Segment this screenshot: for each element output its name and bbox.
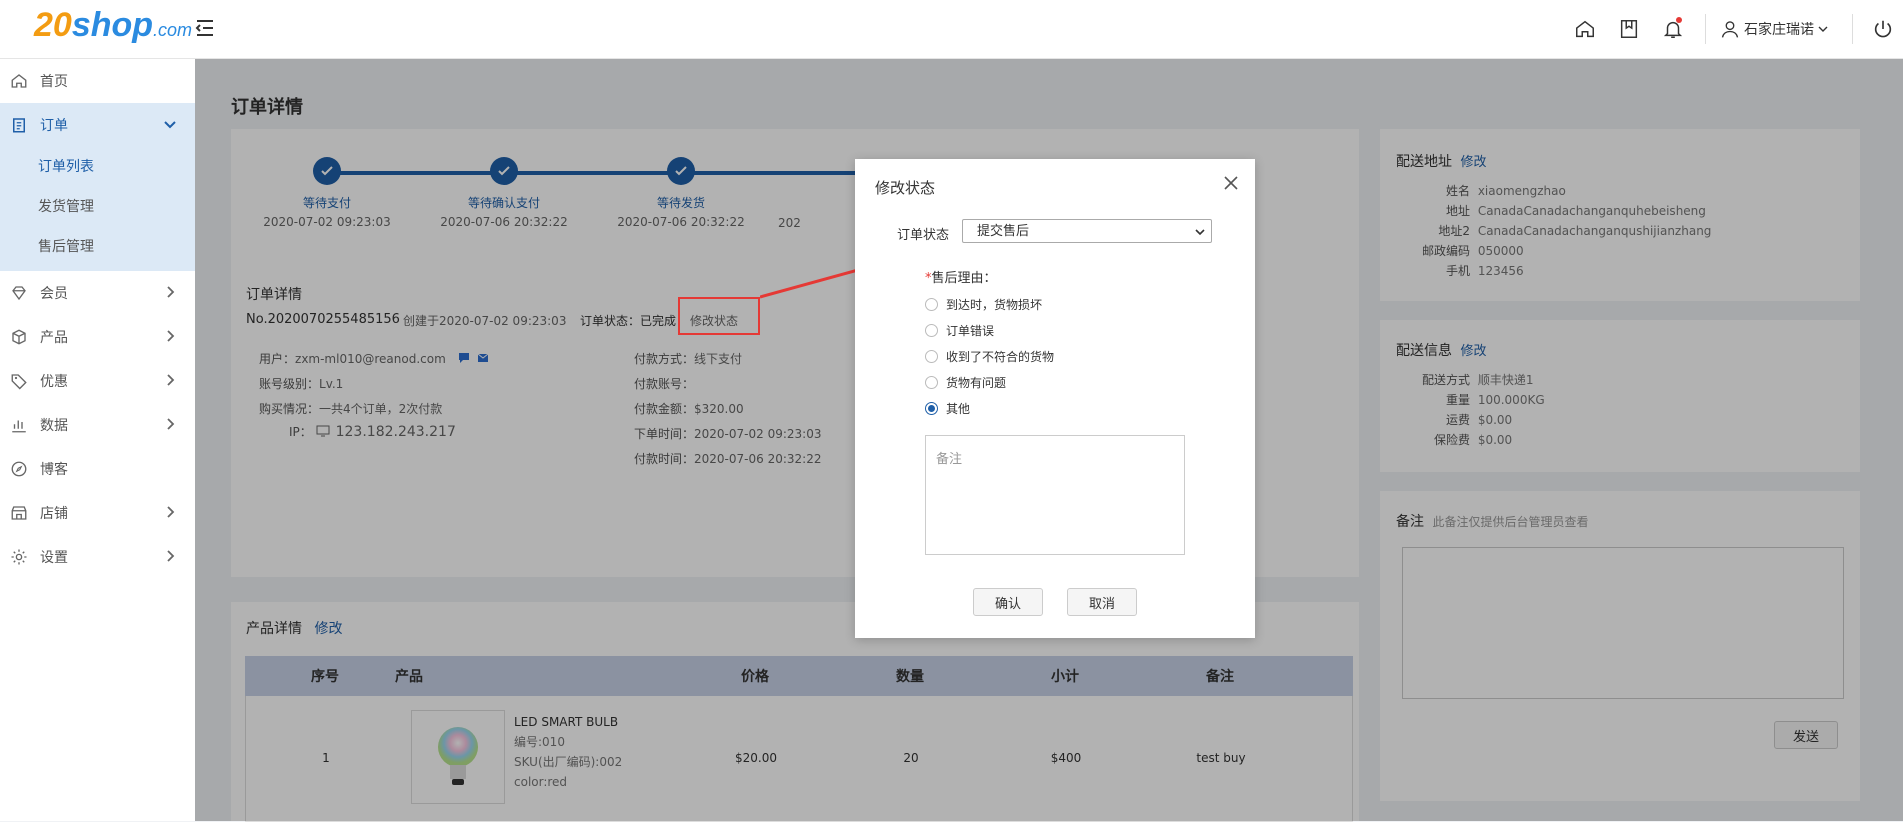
logo[interactable]: 20 shop .com (34, 6, 192, 46)
menu-toggle-icon[interactable] (193, 16, 217, 40)
divider (1852, 14, 1853, 44)
close-icon[interactable] (1221, 173, 1241, 193)
sidebar-item-label: 首页 (40, 74, 68, 90)
sidebar-item-label: 设置 (40, 550, 68, 566)
note-textarea[interactable]: 备注 (925, 435, 1185, 555)
reason-option-defective[interactable]: 货物有问题 (925, 374, 1006, 391)
dialog-title: 修改状态 (875, 179, 936, 197)
reason-label: *售后理由： (925, 267, 997, 286)
reason-text: 订单错误 (946, 324, 995, 338)
box-icon (10, 328, 28, 346)
user-name: 石家庄瑞诺 (1744, 22, 1814, 38)
reason-option-wrong-order[interactable]: 订单错误 (925, 322, 994, 339)
chevron-right-icon (163, 417, 177, 435)
tag-icon (10, 372, 28, 390)
status-select-value: 提交售后 (977, 224, 1030, 239)
compass-icon (10, 460, 28, 478)
bell-icon[interactable] (1651, 0, 1695, 58)
chevron-down-icon (1818, 26, 1828, 32)
sidebar-subitem-order-list[interactable]: 订单列表 (0, 147, 195, 187)
sidebar: 首页 订单 订单列表 发货管理 售后管理 会员 产品 优惠 数据 博客 店铺 设… (0, 59, 195, 821)
sidebar-item-promotions[interactable]: 优惠 (0, 359, 195, 403)
sidebar-item-label: 会员 (40, 286, 68, 302)
radio-icon (925, 298, 938, 311)
sidebar-item-data[interactable]: 数据 (0, 403, 195, 447)
chevron-right-icon (163, 329, 177, 347)
reason-label-text: 售后理由： (931, 271, 997, 286)
store-icon (10, 504, 28, 522)
power-icon[interactable] (1863, 0, 1903, 58)
radio-icon (925, 324, 938, 337)
reason-option-mismatch[interactable]: 收到了不符合的货物 (925, 348, 1054, 365)
chevron-right-icon (163, 549, 177, 567)
logo-com: .com (153, 20, 193, 40)
chevron-down-icon (1195, 220, 1205, 253)
radio-icon (925, 350, 938, 363)
user-menu[interactable]: 石家庄瑞诺 (1716, 19, 1842, 39)
sidebar-item-label: 产品 (40, 330, 68, 346)
change-status-dialog: 修改状态 订单状态 提交售后 *售后理由： 到达时，货物损坏 订单错误 收到了不… (855, 159, 1255, 638)
logo-number: 20 (34, 6, 72, 44)
reason-text: 到达时，货物损坏 (946, 298, 1043, 312)
note-placeholder: 备注 (936, 452, 963, 467)
status-label: 订单状态 (897, 228, 950, 243)
sidebar-item-home[interactable]: 首页 (0, 59, 195, 103)
sidebar-subitem-after-sales[interactable]: 售后管理 (0, 227, 195, 267)
reason-text: 收到了不符合的货物 (946, 350, 1055, 364)
home-icon[interactable] (1563, 0, 1607, 58)
logo-shop: shop (71, 6, 154, 44)
sidebar-item-members[interactable]: 会员 (0, 271, 195, 315)
chevron-right-icon (163, 505, 177, 523)
reason-option-damaged[interactable]: 到达时，货物损坏 (925, 296, 1042, 313)
chevron-down-icon (163, 117, 177, 135)
gear-icon (10, 548, 28, 566)
radio-selected-icon (925, 402, 938, 415)
sidebar-item-blog[interactable]: 博客 (0, 447, 195, 491)
sidebar-item-orders[interactable]: 订单 (0, 103, 195, 147)
sidebar-item-label: 博客 (40, 462, 68, 478)
sidebar-item-label: 数据 (40, 418, 68, 434)
cancel-button[interactable]: 取消 (1067, 588, 1137, 616)
divider (1705, 14, 1706, 44)
orders-submenu: 订单列表 发货管理 售后管理 (0, 147, 195, 271)
sidebar-item-label: 订单 (40, 118, 68, 134)
chart-icon (10, 416, 28, 434)
top-bar: 20 shop .com 石家庄瑞诺 (0, 0, 1903, 59)
reason-text: 其他 (946, 402, 971, 416)
sidebar-item-settings[interactable]: 设置 (0, 535, 195, 579)
sidebar-subitem-shipping[interactable]: 发货管理 (0, 187, 195, 227)
confirm-button[interactable]: 确认 (973, 588, 1043, 616)
bookmark-icon[interactable] (1607, 0, 1651, 58)
chevron-right-icon (163, 373, 177, 391)
sidebar-item-products[interactable]: 产品 (0, 315, 195, 359)
change-status-highlight (678, 297, 760, 335)
diamond-icon (10, 284, 28, 302)
sidebar-item-label: 店铺 (40, 506, 68, 522)
radio-icon (925, 376, 938, 389)
status-select[interactable]: 提交售后 (962, 219, 1212, 243)
user-icon (1721, 21, 1739, 38)
home-icon (10, 72, 28, 90)
notification-dot (1676, 17, 1682, 23)
chevron-right-icon (163, 285, 177, 303)
sidebar-item-label: 优惠 (40, 374, 68, 390)
reason-text: 货物有问题 (946, 376, 1007, 390)
clipboard-icon (10, 116, 28, 134)
sidebar-item-store[interactable]: 店铺 (0, 491, 195, 535)
reason-option-other[interactable]: 其他 (925, 400, 970, 417)
